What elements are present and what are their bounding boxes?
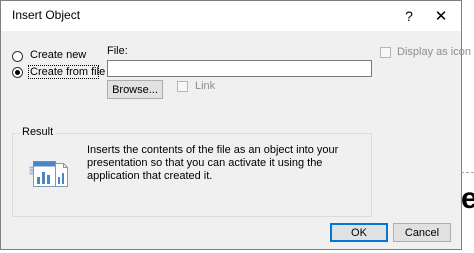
file-label: File:	[107, 45, 128, 57]
create-new-label[interactable]: Create new	[30, 49, 86, 61]
close-button[interactable]: ✕	[421, 1, 461, 31]
display-as-icon-label: Display as icon	[397, 46, 471, 58]
help-icon: ?	[405, 8, 413, 24]
dialog-titlebar: Insert Object ? ✕	[1, 1, 461, 31]
display-as-icon-checkbox[interactable]	[380, 47, 391, 58]
link-checkbox[interactable]	[177, 81, 188, 92]
cancel-button[interactable]: Cancel	[393, 223, 451, 242]
dialog-title: Insert Object	[12, 8, 81, 22]
create-from-file-radio[interactable]	[12, 67, 23, 78]
result-description: Inserts the contents of the file as an o…	[87, 144, 339, 182]
close-icon: ✕	[434, 8, 448, 25]
ok-button[interactable]: OK	[330, 223, 388, 242]
browse-button[interactable]: Browse...	[107, 80, 163, 99]
background-text-fragment: e	[461, 182, 474, 215]
link-label: Link	[195, 80, 216, 92]
embedded-chart-document-icon	[29, 161, 68, 187]
insert-object-dialog: Insert Object ? ✕ Create new Create from…	[0, 0, 471, 250]
result-legend: Result	[20, 126, 56, 138]
file-path-input[interactable]	[107, 60, 372, 77]
create-from-file-label[interactable]: Create from file	[30, 66, 105, 78]
create-new-radio[interactable]	[12, 51, 23, 62]
